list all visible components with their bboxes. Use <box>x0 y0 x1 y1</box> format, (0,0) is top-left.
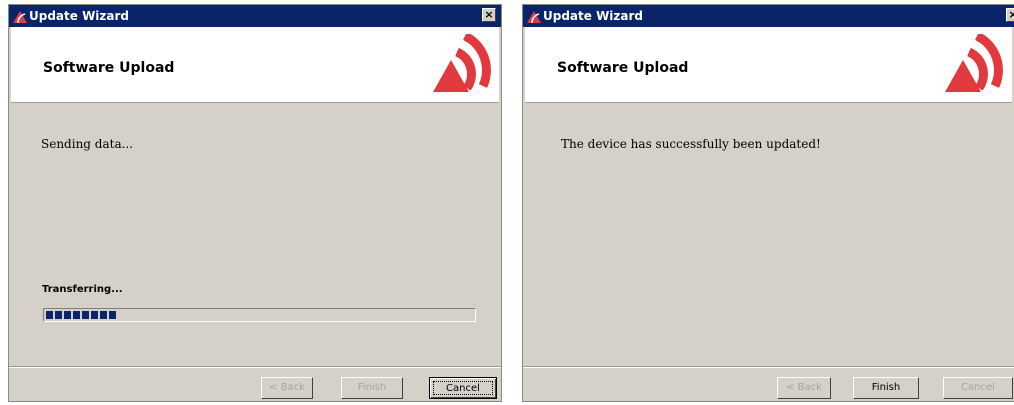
finish-button[interactable]: Finish <box>341 377 403 399</box>
page-title: Software Upload <box>557 60 689 76</box>
close-icon[interactable]: × <box>482 8 496 22</box>
status-message: The device has successfully been updated… <box>561 137 821 151</box>
progress-bar <box>43 308 476 322</box>
progress-segment <box>109 311 116 319</box>
page-title: Software Upload <box>43 60 175 76</box>
title-bar[interactable]: Update Wizard × <box>9 5 501 27</box>
footer-divider <box>9 366 501 368</box>
update-wizard-window-complete: Update Wizard × Software Upload The devi… <box>522 4 1014 402</box>
wireless-signal-logo <box>945 34 1003 92</box>
progress-segment <box>55 311 62 319</box>
cancel-button-label: Cancel <box>433 381 493 395</box>
progress-segment <box>82 311 89 319</box>
finish-button[interactable]: Finish <box>853 377 919 399</box>
wizard-header: Software Upload <box>525 27 1012 103</box>
progress-segment <box>100 311 107 319</box>
close-icon[interactable]: × <box>1006 8 1014 22</box>
cancel-button[interactable]: Cancel <box>429 377 497 399</box>
back-button[interactable]: < Back <box>261 377 313 399</box>
progress-segment <box>91 311 98 319</box>
status-message: Sending data... <box>41 137 134 151</box>
window-title: Update Wizard <box>543 9 644 23</box>
progress-fill <box>46 311 116 319</box>
wizard-header: Software Upload <box>11 27 499 103</box>
window-title: Update Wizard <box>29 9 130 23</box>
progress-segment <box>46 311 53 319</box>
wireless-signal-icon <box>527 11 541 24</box>
cancel-button[interactable]: Cancel <box>943 377 1013 399</box>
footer-divider <box>523 366 1014 368</box>
progress-segment <box>73 311 80 319</box>
back-button[interactable]: < Back <box>777 377 831 399</box>
title-bar[interactable]: Update Wizard × <box>523 5 1014 27</box>
progress-segment <box>64 311 71 319</box>
wireless-signal-logo <box>433 34 491 92</box>
update-wizard-window-transferring: Update Wizard × Software Upload Sending … <box>8 4 502 402</box>
wireless-signal-icon <box>13 11 27 24</box>
progress-label: Transferring... <box>42 284 123 295</box>
